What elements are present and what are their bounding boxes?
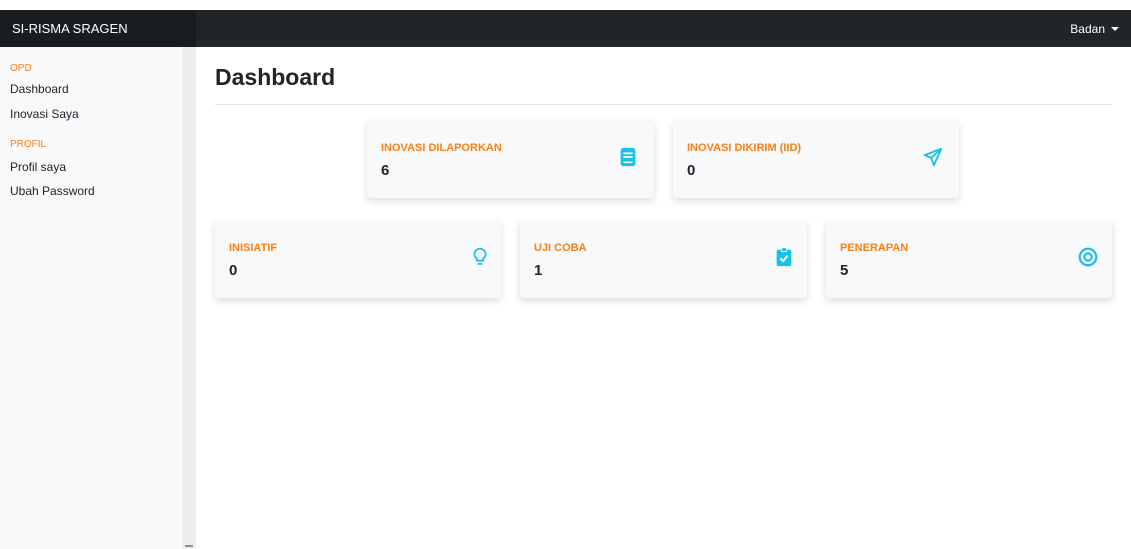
card-uji-coba[interactable]: UJI COBA 1 — [520, 220, 807, 298]
caret-down-icon — [1111, 26, 1119, 31]
user-dropdown-label: Badan — [1070, 21, 1105, 36]
card-penerapan[interactable]: PENERAPAN 5 — [826, 220, 1112, 298]
book-icon — [617, 146, 639, 168]
card-label: UJI COBA — [534, 242, 587, 254]
clipboard-check-icon — [773, 246, 795, 268]
sidebar: OPD Dashboard Inovasi Saya PROFIL Profil… — [0, 47, 196, 549]
card-value: 1 — [534, 262, 543, 279]
sidebar-item-profil-saya[interactable]: Profil saya — [10, 160, 66, 174]
page-title: Dashboard — [215, 64, 336, 90]
sidebar-item-inovasi-saya[interactable]: Inovasi Saya — [10, 107, 79, 121]
card-value: 5 — [840, 262, 849, 279]
sidebar-heading-profil: PROFIL — [10, 139, 47, 150]
card-label: PENERAPAN — [840, 242, 909, 254]
card-label: INISIATIF — [229, 242, 278, 254]
brand-logo[interactable]: SI-RISMA SRAGEN — [0, 10, 196, 47]
top-navbar: SI-RISMA SRAGEN Badan — [0, 10, 1131, 47]
card-inovasi-dilaporkan[interactable]: INOVASI DILAPORKAN 6 — [367, 120, 654, 198]
lightbulb-icon — [469, 246, 491, 268]
card-value: 0 — [229, 262, 238, 279]
target-icon — [1077, 246, 1099, 268]
card-label: INOVASI DILAPORKAN — [381, 142, 502, 154]
paper-plane-icon — [922, 146, 944, 168]
sidebar-heading-opd: OPD — [10, 63, 32, 74]
card-inisiatif[interactable]: INISIATIF 0 — [215, 220, 501, 298]
card-label: INOVASI DIKIRIM (IID) — [687, 142, 802, 154]
scrollbar-handle[interactable] — [185, 545, 193, 547]
card-value: 0 — [687, 162, 696, 179]
card-inovasi-dikirim[interactable]: INOVASI DIKIRIM (IID) 0 — [673, 120, 959, 198]
user-dropdown[interactable]: Badan — [1070, 10, 1119, 47]
title-divider — [215, 104, 1112, 105]
card-value: 6 — [381, 162, 390, 179]
sidebar-item-ubah-password[interactable]: Ubah Password — [10, 184, 95, 198]
sidebar-item-dashboard[interactable]: Dashboard — [10, 82, 69, 96]
sidebar-scroll-track[interactable] — [182, 47, 196, 549]
